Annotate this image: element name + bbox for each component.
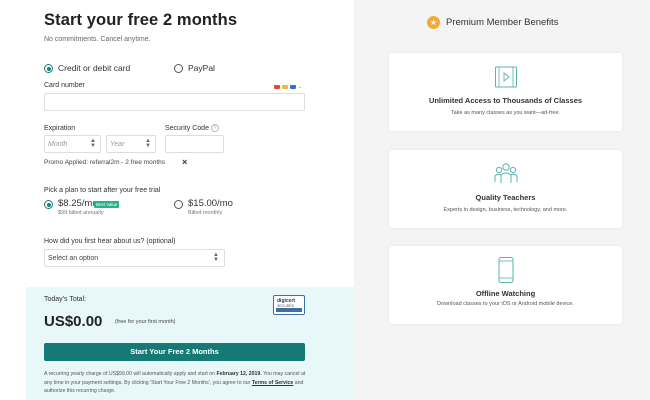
benefit-card-offline: Offline Watching Download classes to you… (389, 246, 622, 324)
star-icon: ★ (427, 16, 440, 29)
expiration-label: Expiration (44, 125, 76, 132)
security-code-input[interactable] (165, 135, 224, 153)
discover-icon (282, 85, 288, 89)
annual-plan-price[interactable]: $8.25/mo (58, 198, 98, 209)
monthly-plan-sub: Billed monthly (188, 210, 223, 216)
chevron-updown-icon: ▲ ▼ (145, 138, 151, 149)
card-radio-label[interactable]: Credit or debit card (58, 63, 130, 73)
card-number-label: Card number (44, 82, 85, 89)
benefit-card-classes: Unlimited Access to Thousands of Classes… (389, 53, 622, 131)
digicert-seal: digicert SECURED (273, 295, 305, 315)
teachers-group-icon (494, 163, 517, 183)
card-radio[interactable] (44, 64, 53, 73)
paypal-radio-label[interactable]: PayPal (188, 63, 215, 73)
benefits-title: Premium Member Benefits (446, 17, 559, 28)
benefits-header: ★ Premium Member Benefits (427, 16, 558, 29)
benefit-card-teachers: Quality Teachers Experts in design, busi… (389, 150, 622, 228)
benefit-desc: Take as many classes as you want—ad-free… (450, 110, 561, 116)
promo-remove-icon[interactable]: × (182, 157, 187, 167)
month-placeholder: Month (48, 141, 68, 148)
card-number-input[interactable] (44, 93, 305, 111)
mastercard-icon (274, 85, 280, 89)
visa-icon (290, 85, 296, 89)
annual-plan-radio[interactable] (44, 200, 53, 209)
terms-of-service-link[interactable]: Terms of Service (252, 380, 293, 386)
info-icon[interactable]: ? (211, 124, 219, 132)
benefit-desc: Experts in design, business, technology,… (443, 207, 568, 213)
total-label: Today's Total: (44, 296, 87, 303)
legal-text-1: A recurring yearly charge of US$99.00 wi… (44, 371, 217, 377)
referral-select-value: Select an option (48, 255, 99, 262)
benefit-desc: Download classes to your iOS or Android … (437, 301, 574, 307)
year-placeholder: Year (110, 141, 125, 148)
legal-date: February 12, 2019. (216, 371, 262, 377)
chevron-updown-icon: ▲ ▼ (213, 252, 219, 263)
legal-disclaimer: A recurring yearly charge of US$99.00 wi… (44, 370, 310, 396)
monthly-plan-price[interactable]: $15.00/mo (188, 198, 233, 209)
video-film-icon (494, 66, 517, 88)
annual-plan-sub: $99 billed annually (58, 210, 104, 216)
chevron-down-icon: ⌄ (298, 84, 303, 90)
promo-applied-text: Promo Applied: referral2m - 2 free month… (44, 159, 166, 166)
benefit-title: Offline Watching (475, 289, 536, 298)
total-amount: US$0.00 (44, 313, 103, 330)
best-value-badge: Best Value (94, 201, 120, 208)
survey-question: How did you first hear about us? (option… (44, 238, 176, 245)
digicert-bar (276, 308, 302, 312)
start-free-trial-button[interactable]: Start Your Free 2 Months (44, 343, 305, 361)
security-code-label: Security Code (165, 125, 209, 132)
chevron-updown-icon: ▲ ▼ (90, 138, 96, 149)
card-brand-icons: ⌄ (274, 84, 303, 90)
total-note: (free for your first month) (115, 319, 176, 325)
benefit-title: Unlimited Access to Thousands of Classes (428, 96, 583, 105)
monthly-plan-radio[interactable] (174, 200, 183, 209)
benefit-title: Quality Teachers (475, 193, 536, 202)
paypal-radio[interactable] (174, 64, 183, 73)
page-title: Start your free 2 months (44, 11, 238, 29)
page-subtitle: No commitments. Cancel anytime. (44, 36, 151, 43)
plan-heading: Pick a plan to start after your free tri… (44, 187, 161, 194)
mobile-device-icon (498, 257, 513, 283)
